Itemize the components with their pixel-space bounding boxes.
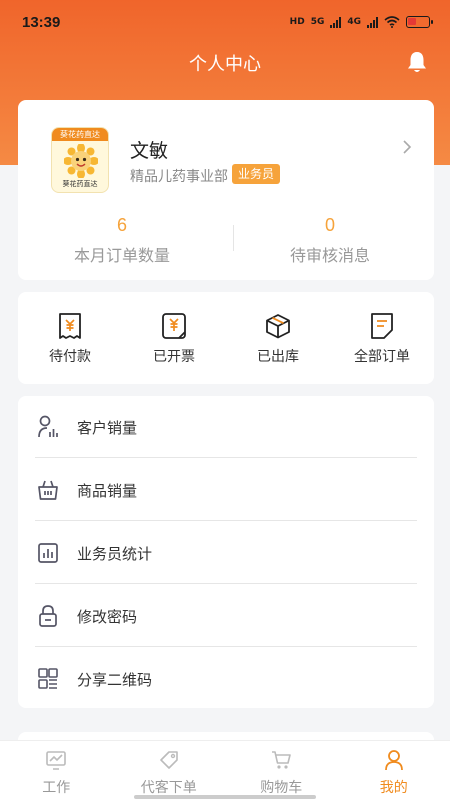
page-title: 个人中心: [189, 54, 261, 75]
menu-divider: [35, 583, 417, 584]
menu-label: 分享二维码: [77, 670, 153, 689]
status-bar: 13:39 HD 5G 4G: [0, 0, 450, 44]
box-icon: [266, 314, 290, 339]
role-badge: 业务员: [232, 164, 281, 184]
tab-place-order[interactable]: 代客下单: [113, 741, 226, 800]
tab-label: 我的: [379, 780, 408, 796]
monitor-icon: [46, 751, 67, 770]
order-label: 全部订单: [354, 349, 410, 365]
bar-chart-icon: [38, 543, 58, 563]
chevron-right-icon[interactable]: [402, 140, 412, 154]
stat-value: 6: [116, 215, 127, 235]
signal-5g-icon: [330, 16, 342, 28]
receipt-yen-icon: [59, 313, 81, 339]
tab-mine[interactable]: 我的: [338, 741, 450, 800]
order-label: 待付款: [49, 349, 91, 365]
menu-card: 客户销量 商品销量 业务员统计 修改密码 分享二维码: [18, 396, 434, 708]
tab-work[interactable]: 工作: [0, 741, 113, 800]
bell-icon[interactable]: [406, 50, 428, 74]
order-shipped[interactable]: 已出库: [226, 292, 330, 384]
status-time: 13:39: [22, 13, 61, 31]
profile-card[interactable]: 葵花药直达 葵花药直达 文敏 精品儿药事业部 业务员 6 本月订单数量 0 待审…: [18, 100, 434, 280]
signal-4g-icon: [367, 16, 378, 28]
invoice-yen-icon: [162, 313, 186, 339]
menu-divider: [35, 520, 417, 521]
logo-bottom-text: 葵花药直达: [62, 180, 98, 188]
order-label: 已开票: [153, 349, 195, 365]
document-icon: [371, 313, 393, 339]
order-pending-payment[interactable]: 待付款: [18, 292, 122, 384]
tab-bar: 工作 代客下单 购物车 我的: [0, 740, 450, 800]
menu-divider: [35, 646, 417, 647]
order-label: 已出库: [257, 349, 299, 365]
customer-stats-icon: [38, 415, 58, 438]
menu-item-change-password[interactable]: 修改密码: [35, 585, 417, 647]
menu-item-product-sales[interactable]: 商品销量: [35, 459, 417, 521]
5g-indicator: 5G: [310, 17, 325, 27]
menu-label: 修改密码: [77, 607, 138, 626]
tab-label: 代客下单: [140, 780, 197, 796]
hd-indicator: HD: [289, 17, 305, 27]
battery-icon: [406, 16, 433, 28]
tab-cart[interactable]: 购物车: [225, 741, 338, 800]
stat-label: 本月订单数量: [73, 246, 170, 265]
4g-indicator: 4G: [347, 17, 361, 27]
menu-label: 客户销量: [77, 418, 138, 437]
stat-pending-messages[interactable]: 0 待审核消息: [226, 215, 434, 266]
stat-value: 0: [324, 215, 335, 235]
order-all[interactable]: 全部订单: [330, 292, 434, 384]
status-icons: HD 5G 4G: [289, 16, 433, 28]
qr-code-icon: [38, 668, 58, 689]
avatar: 葵花药直达 葵花药直达: [51, 127, 109, 193]
lock-icon: [39, 605, 57, 627]
menu-item-customer-sales[interactable]: 客户销量: [35, 396, 417, 458]
orders-card: 待付款 已开票 已出库 全部订单: [18, 292, 434, 384]
menu-divider: [35, 457, 417, 458]
basket-icon: [38, 480, 58, 500]
order-invoiced[interactable]: 已开票: [122, 292, 226, 384]
tab-label: 购物车: [260, 780, 303, 796]
menu-item-share-qr[interactable]: 分享二维码: [35, 648, 417, 710]
user-icon: [384, 750, 403, 771]
menu-item-salesperson-stats[interactable]: 业务员统计: [35, 522, 417, 584]
cart-icon: [272, 751, 292, 769]
stat-label: 待审核消息: [289, 246, 370, 265]
stat-monthly-orders[interactable]: 6 本月订单数量: [18, 215, 226, 266]
home-indicator[interactable]: [134, 795, 316, 799]
menu-label: 商品销量: [77, 481, 138, 500]
user-department: 精品儿药事业部: [130, 169, 228, 185]
wifi-icon: [384, 16, 400, 28]
tab-label: 工作: [42, 780, 71, 796]
sunflower-logo-icon: [64, 144, 98, 178]
logo-top-text: 葵花药直达: [52, 128, 108, 141]
tag-icon: [159, 751, 178, 769]
user-name: 文敏: [130, 140, 169, 162]
menu-label: 业务员统计: [77, 544, 153, 563]
